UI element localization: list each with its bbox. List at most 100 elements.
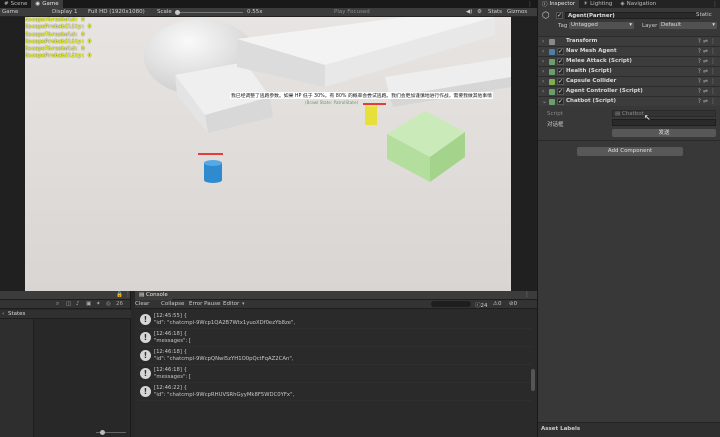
component-enabled-checkbox[interactable]: ✓	[557, 88, 564, 95]
component-enabled-checkbox[interactable]: ✓	[557, 98, 564, 105]
component-enabled-checkbox[interactable]: ✓	[557, 78, 564, 85]
chevron-right-icon[interactable]: ›	[542, 38, 544, 45]
chevron-right-icon[interactable]: ›	[542, 48, 544, 55]
component-agent-controller[interactable]: › ✓ Agent Controller (Script) ?⇌⋮	[538, 86, 720, 96]
tab-inspector[interactable]: ⓘ Inspector	[538, 0, 580, 8]
component-transform[interactable]: › Transform ?⇌⋮	[538, 36, 720, 46]
chevron-right-icon[interactable]: ›	[542, 68, 544, 75]
states-header[interactable]: ‹ States	[0, 310, 131, 319]
component-chatbot[interactable]: ⌄ ✓ Chatbot (Script) ?⇌⋮	[538, 96, 720, 106]
console-tab-label: Console	[145, 292, 168, 298]
chevron-down-icon[interactable]: ⌄	[542, 98, 547, 105]
chevron-right-icon[interactable]: ›	[542, 58, 544, 65]
tag-value: Untagged	[571, 22, 598, 28]
component-menu-icons[interactable]: ?⇌⋮	[698, 88, 718, 95]
chevron-right-icon[interactable]: ›	[542, 88, 544, 95]
more-icon[interactable]: ⋮	[527, 1, 537, 8]
component-menu-icons[interactable]: ?⇌⋮	[698, 48, 718, 55]
component-menu-icons[interactable]: ?⇌⋮	[698, 68, 718, 75]
editor-dropdown[interactable]: Editor	[223, 301, 239, 307]
console-scrollbar[interactable]	[531, 369, 535, 391]
error-count[interactable]: ⊘0	[509, 301, 517, 307]
more-icon[interactable]: ⋮	[712, 1, 720, 8]
component-enabled-checkbox[interactable]: ✓	[557, 48, 564, 55]
lock-icon[interactable]: 🔒	[116, 292, 123, 298]
display-dropdown[interactable]: Display 1	[52, 9, 78, 15]
warning-count[interactable]: ⚠0	[493, 301, 501, 307]
log-message: "messages": [	[154, 338, 191, 344]
add-component-button[interactable]: Add Component	[577, 147, 683, 156]
scale-slider[interactable]	[175, 10, 243, 15]
asset-labels-bar[interactable]: Asset Labels	[538, 422, 720, 437]
script-icon	[549, 89, 555, 95]
info-count[interactable]: ⓘ24	[475, 301, 488, 309]
visibility-icon[interactable]: ◎	[106, 301, 111, 307]
layer-dropdown[interactable]: Default ▾	[659, 22, 717, 29]
capsule-collider-icon	[549, 79, 555, 85]
console-icon: ▤	[139, 292, 146, 298]
tab-lighting[interactable]: ☀ Lighting	[579, 0, 616, 8]
static-toggle[interactable]: Static	[696, 12, 712, 18]
object-name-field[interactable]: Agent(Partner)	[565, 12, 700, 19]
more-icon[interactable]: ⋮	[524, 291, 530, 298]
inspector-tab-strip: ⓘ Inspector ☀ Lighting ◈ Navigation ⋮	[538, 0, 720, 8]
component-menu-icons[interactable]: ?⇌⋮	[698, 58, 718, 65]
console-toolbar: Clear Collapse Error Pause Editor ▾ ⓘ24 …	[135, 300, 537, 309]
component-health[interactable]: › ✓ Health (Script) ?⇌⋮	[538, 66, 720, 76]
stats-button[interactable]: Stats	[488, 9, 502, 15]
component-menu-icons[interactable]: ?⇌⋮	[698, 38, 718, 45]
game-viewport[interactable]: 我已经调整了逃跑参数。如果 HP 低于 30%，有 80% 的概率会尝试逃跑。我…	[25, 17, 511, 291]
component-enabled-checkbox[interactable]: ✓	[557, 58, 564, 65]
fx-icon[interactable]: ✦	[96, 301, 101, 307]
tab-lighting-label: Lighting	[590, 1, 613, 7]
sound-icon[interactable]: ♪	[76, 301, 80, 307]
scale-slider-handle[interactable]	[175, 10, 180, 15]
script-icon	[549, 99, 555, 105]
component-enabled-checkbox[interactable]: ✓	[557, 68, 564, 75]
tab-scene[interactable]: # Scene	[0, 0, 31, 8]
resolution-dropdown[interactable]: Full HD (1920x1080)	[88, 9, 145, 15]
error-pause-button[interactable]: Error Pause	[189, 301, 220, 307]
play-mode-dropdown[interactable]: Play Focused	[334, 9, 370, 15]
camera-icon[interactable]: ▣	[86, 301, 91, 307]
log-entry[interactable]: ! [12:46:22] { "id": "chatcmpl-9WcpRHUVS…	[138, 383, 531, 401]
log-timestamp: [12:46:18] {	[154, 349, 187, 355]
active-checkbox[interactable]: ✓	[556, 12, 563, 19]
settings-icon[interactable]: ⚙	[477, 9, 482, 15]
tab-console[interactable]: ▤ Console	[135, 291, 172, 300]
component-nav-mesh-agent[interactable]: › ✓ Nav Mesh Agent ?⇌⋮	[538, 46, 720, 56]
console-header: ▤ Console ⋮	[135, 291, 537, 300]
mute-audio-icon[interactable]: ◀)	[466, 9, 472, 15]
console-search-input[interactable]	[431, 301, 471, 307]
log-entry[interactable]: ! [12:46:18] { "messages": [	[138, 329, 531, 347]
more-icon[interactable]: ⋮	[125, 291, 131, 298]
component-name: Capsule Collider	[566, 78, 617, 84]
gizmos-button[interactable]: Gizmos	[507, 9, 527, 15]
component-capsule-collider[interactable]: › ✓ Capsule Collider ?⇌⋮	[538, 76, 720, 86]
zoom-slider-handle[interactable]	[100, 430, 105, 435]
component-melee-attack[interactable]: › ✓ Melee Attack (Script) ?⇌⋮	[538, 56, 720, 66]
script-label: Script	[547, 111, 563, 117]
component-menu-icons[interactable]: ?⇌⋮	[698, 98, 718, 105]
zoom-slider[interactable]	[96, 430, 126, 435]
log-entry[interactable]: ! [12:46:18] { "id": "chatcmpl-9WcpQNwl5…	[138, 347, 531, 365]
game-view-dropdown[interactable]: Game	[2, 9, 18, 15]
mouse-cursor-icon: ↖	[644, 113, 651, 122]
dialog-input[interactable]	[612, 119, 716, 126]
debug-line: EscapeThreshold: 0	[25, 17, 85, 23]
bottom-panels: 🔒 ⋮ ⌕ ◫ ♪ ▣ ✦ ◎ 26 ‹ States ▤ Console ⋮	[0, 291, 537, 437]
component-name: Melee Attack (Script)	[566, 58, 632, 64]
component-menu-icons[interactable]: ?⇌⋮	[698, 78, 718, 85]
log-entry[interactable]: ! [12:45:55] { "id": "chatcmpl-9Wcp1QA2B…	[138, 311, 531, 329]
search-icon[interactable]: ⌕	[56, 301, 59, 308]
layers-icon[interactable]: ◫	[66, 301, 71, 307]
tag-dropdown[interactable]: Untagged ▾	[569, 22, 634, 29]
chevron-right-icon[interactable]: ›	[542, 78, 544, 85]
component-name: Nav Mesh Agent	[566, 48, 617, 54]
tab-navigation[interactable]: ◈ Navigation	[616, 0, 660, 8]
log-entry[interactable]: ! [12:46:18] { "messages": [	[138, 365, 531, 383]
clear-button[interactable]: Clear	[135, 301, 149, 307]
tab-game[interactable]: ◉ Game	[31, 0, 63, 8]
send-button[interactable]: 发送	[612, 129, 716, 137]
collapse-button[interactable]: Collapse	[161, 301, 184, 307]
